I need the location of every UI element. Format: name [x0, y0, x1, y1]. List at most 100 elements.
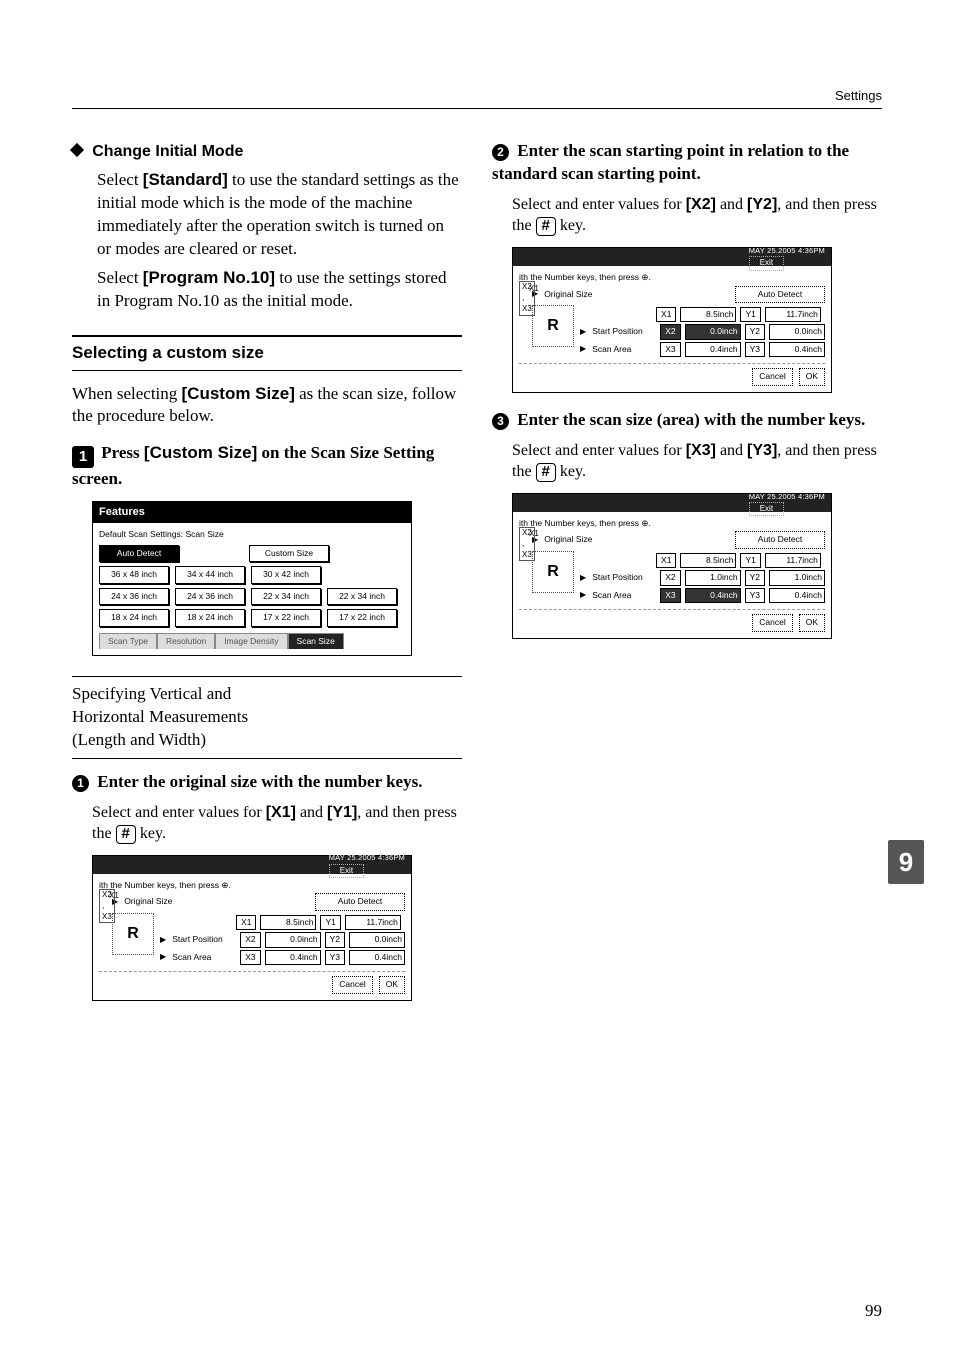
substep-2-desc: Select and enter values for [X2] and [Y2…	[492, 194, 882, 237]
x3-value: 0.4inch	[685, 588, 741, 603]
hint-text: ith the Number keys, then press ⊕.	[99, 880, 405, 891]
x2-label[interactable]: X2	[660, 324, 680, 339]
y3-value: 0.4inch	[349, 950, 405, 965]
hint-text: ith the Number keys, then press ⊕.	[519, 518, 825, 529]
standard-ref: [Standard]	[143, 170, 228, 189]
change-mode-para2: Select [Program No.10] to use the settin…	[97, 267, 462, 313]
r-diagram-icon: R	[532, 551, 574, 593]
x3-label[interactable]: X3	[660, 588, 680, 603]
y1-label[interactable]: Y1	[320, 915, 340, 930]
x2-label[interactable]: X2	[660, 570, 680, 585]
size-btn[interactable]: 24 x 36 inch	[175, 588, 245, 605]
y1-value: 11.7inch	[765, 307, 821, 322]
r-diagram-icon: R	[532, 305, 574, 347]
screenshot-scanarea: MAY 25.2005 4:36PM Exit ith the Number k…	[512, 493, 882, 639]
program-ref: [Program No.10]	[143, 268, 275, 287]
size-btn[interactable]: 34 x 44 inch	[175, 566, 245, 583]
x1-label[interactable]: X1	[656, 307, 676, 322]
y1-value: 11.7inch	[345, 915, 401, 930]
substep-3-desc: Select and enter values for [X3] and [Y3…	[492, 440, 882, 483]
y1-value: 11.7inch	[765, 553, 821, 568]
size-btn[interactable]: 17 x 22 inch	[327, 609, 397, 626]
features-title: Features	[93, 502, 411, 523]
y2-value: 0.0inch	[769, 324, 825, 339]
hash-key-icon: #	[116, 825, 136, 844]
clock-text: MAY 25.2005 4:36PM	[329, 853, 405, 862]
exit-button[interactable]: Exit	[749, 502, 784, 517]
btn-auto-detect[interactable]: Auto Detect	[735, 531, 825, 548]
screenshot-originalsize: MAY 25.2005 4:36PM Exit ith the Number k…	[92, 855, 462, 1001]
size-btn[interactable]: 24 x 36 inch	[99, 588, 169, 605]
y3-label[interactable]: Y3	[325, 950, 345, 965]
step-1-text: Press [Custom Size] on the Scan Size Set…	[72, 443, 434, 488]
exit-button[interactable]: Exit	[329, 864, 364, 879]
change-mode-title: Change Initial Mode	[92, 143, 243, 160]
size-btn[interactable]: 18 x 24 inch	[99, 609, 169, 626]
x1-label[interactable]: X1	[656, 553, 676, 568]
cancel-button[interactable]: Cancel	[332, 976, 372, 993]
x1-value: 8.5inch	[260, 915, 316, 930]
chapter-tab: 9	[888, 840, 924, 884]
custom-size-heading: Selecting a custom size	[72, 335, 462, 371]
x3-value: 0.4inch	[265, 950, 321, 965]
btn-auto-detect[interactable]: Auto Detect	[735, 286, 825, 303]
size-btn[interactable]: 30 x 42 inch	[251, 566, 321, 583]
clock-text: MAY 25.2005 4:36PM	[749, 492, 825, 501]
y2-label[interactable]: Y2	[745, 570, 765, 585]
x3-label[interactable]: X3	[660, 342, 680, 357]
substep-3-badge: 3	[492, 413, 509, 430]
btn-custom-size[interactable]: Custom Size	[249, 545, 329, 562]
cancel-button[interactable]: Cancel	[752, 614, 792, 631]
left-column: Change Initial Mode Select [Standard] to…	[72, 140, 462, 1017]
screenshot-startposition: MAY 25.2005 4:36PM Exit ith the Number k…	[512, 247, 882, 393]
y1-label[interactable]: Y1	[740, 307, 760, 322]
size-btn[interactable]: 18 x 24 inch	[175, 609, 245, 626]
right-column: 2 Enter the scan starting point in relat…	[492, 140, 882, 1017]
cancel-button[interactable]: Cancel	[752, 368, 792, 385]
y3-value: 0.4inch	[769, 588, 825, 603]
custom-size-intro: When selecting [Custom Size] as the scan…	[72, 383, 462, 429]
diamond-bullet-icon	[70, 143, 84, 157]
substep-2-badge: 2	[492, 144, 509, 161]
y1-label[interactable]: Y1	[740, 553, 760, 568]
exit-button[interactable]: Exit	[749, 256, 784, 271]
hash-key-icon: #	[536, 217, 556, 236]
x1-label[interactable]: X1	[236, 915, 256, 930]
substep-2-title: Enter the scan starting point in relatio…	[492, 141, 849, 183]
y3-label[interactable]: Y3	[745, 588, 765, 603]
screenshot-features: Features Default Scan Settings: Scan Siz…	[92, 501, 462, 656]
x1-value: 8.5inch	[680, 307, 736, 322]
x2-value: 0.0inch	[265, 932, 321, 947]
x2-label[interactable]: X2	[240, 932, 260, 947]
x3-value: 0.4inch	[685, 342, 741, 357]
page-number: 99	[865, 1301, 882, 1321]
step-1-badge: 1	[72, 446, 94, 468]
ok-button[interactable]: OK	[799, 614, 825, 631]
size-btn[interactable]: 17 x 22 inch	[251, 609, 321, 626]
btn-auto-detect[interactable]: Auto Detect	[315, 893, 405, 910]
x1-value: 8.5inch	[680, 553, 736, 568]
y2-label[interactable]: Y2	[745, 324, 765, 339]
size-btn[interactable]: 22 x 34 inch	[327, 588, 397, 605]
y3-value: 0.4inch	[769, 342, 825, 357]
tab-image-density[interactable]: Image Density	[215, 633, 287, 649]
tab-scan-size[interactable]: Scan Size	[288, 633, 344, 649]
y2-value: 0.0inch	[349, 932, 405, 947]
size-btn[interactable]: 22 x 34 inch	[251, 588, 321, 605]
x2-value: 1.0inch	[685, 570, 741, 585]
y2-label[interactable]: Y2	[325, 932, 345, 947]
tab-resolution[interactable]: Resolution	[157, 633, 215, 649]
substep-1-badge: 1	[72, 775, 89, 792]
ok-button[interactable]: OK	[379, 976, 405, 993]
hash-key-icon: #	[536, 463, 556, 482]
header-section: Settings	[835, 88, 882, 103]
ok-button[interactable]: OK	[799, 368, 825, 385]
y3-label[interactable]: Y3	[745, 342, 765, 357]
x3-label[interactable]: X3	[240, 950, 260, 965]
spec-vh-heading: Specifying Vertical and Horizontal Measu…	[72, 676, 462, 759]
size-btn[interactable]: 36 x 48 inch	[99, 566, 169, 583]
btn-auto-detect[interactable]: Auto Detect	[99, 545, 179, 562]
substep-1-title: Enter the original size with the number …	[97, 772, 422, 791]
tab-scan-type[interactable]: Scan Type	[99, 633, 157, 649]
clock-text: MAY 25.2005 4:36PM	[749, 246, 825, 255]
